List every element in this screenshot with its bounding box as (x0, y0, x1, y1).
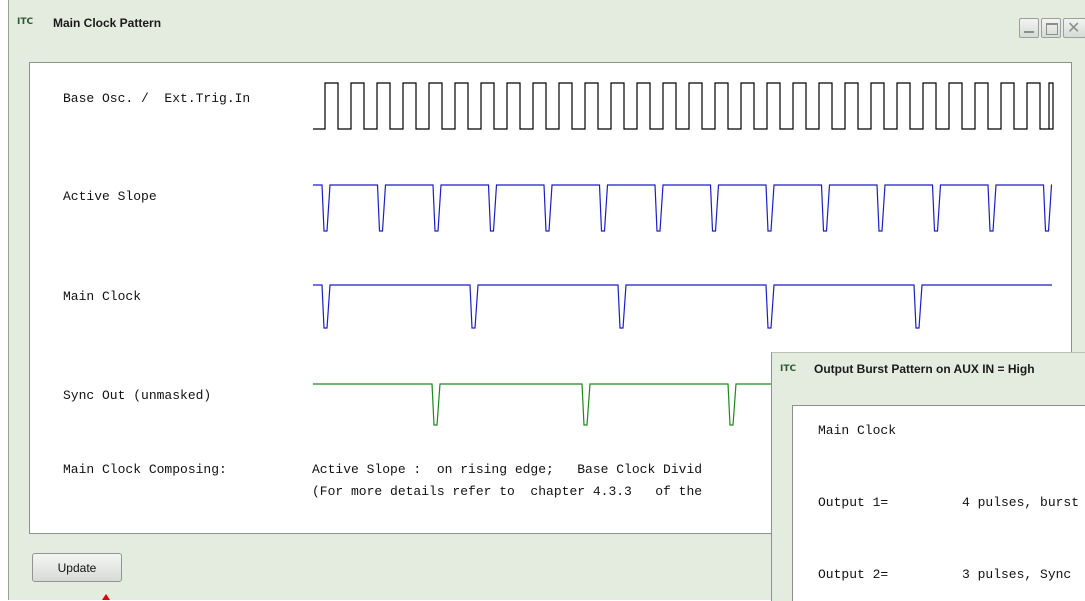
app-logo-icon: ITC (17, 17, 34, 27)
minimize-button[interactable] (1019, 18, 1039, 38)
burst-row-value: 3 pulses, Sync (962, 567, 1072, 582)
burst-window-title: Output Burst Pattern on AUX IN = High (814, 362, 1035, 376)
minimize-icon (1024, 31, 1034, 33)
burst-row-value: 4 pulses, burst (962, 495, 1080, 510)
waveform-main-clock (313, 284, 1052, 329)
waveform-base-osc (313, 82, 1054, 130)
composing-label: Main Clock Composing: (63, 462, 227, 477)
output-burst-pattern-window: ITC Output Burst Pattern on AUX IN = Hig… (771, 352, 1085, 601)
burst-pattern-panel: Main Clock Output 1= 4 pulses, burst Out… (792, 405, 1085, 601)
burst-row-label: Output 2= (818, 567, 889, 582)
composing-line-2: (For more details refer to chapter 4.3.3… (312, 484, 703, 499)
update-button[interactable]: Update (32, 553, 122, 582)
waveform-active-slope (313, 184, 1053, 232)
waveform-sync-out (313, 383, 790, 426)
mouse-cursor-icon (102, 594, 110, 600)
close-icon: ✕ (1067, 18, 1081, 37)
close-button[interactable]: ✕ (1063, 18, 1085, 38)
app-logo-icon: ITC (780, 364, 797, 374)
maximize-button[interactable] (1041, 18, 1061, 38)
title-bar[interactable]: ITC Main Clock Pattern ✕ (9, 0, 1085, 44)
window-title: Main Clock Pattern (53, 16, 162, 30)
maximize-icon (1046, 23, 1058, 35)
burst-row-label: Output 1= (818, 495, 889, 510)
composing-line-1: Active Slope : on rising edge; Base Cloc… (312, 462, 703, 477)
burst-row-label: Main Clock (818, 423, 897, 438)
